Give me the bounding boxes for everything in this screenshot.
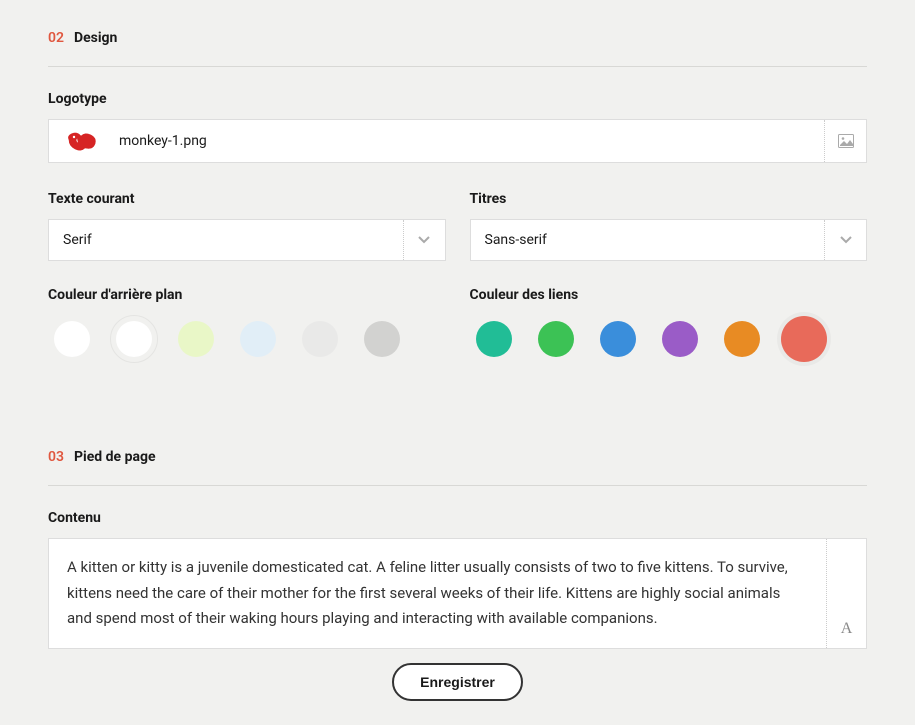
color-swatch	[178, 321, 214, 357]
heading-font-label: Titres	[470, 191, 868, 207]
color-swatch	[364, 321, 400, 357]
color-swatch	[302, 321, 338, 357]
heading-font-value: Sans-serif	[471, 220, 825, 260]
bg-color-swatch[interactable]	[48, 315, 96, 363]
section-title: Design	[74, 30, 117, 46]
section-header-design: 02 Design	[48, 30, 867, 67]
section-header-footer: 03 Pied de page	[48, 449, 867, 486]
section-number: 03	[48, 449, 64, 465]
logotype-label: Logotype	[48, 91, 867, 107]
bg-color-swatch[interactable]	[358, 315, 406, 363]
section-title: Pied de page	[74, 449, 156, 465]
link-color-swatch[interactable]	[656, 315, 704, 363]
body-font-label: Texte courant	[48, 191, 446, 207]
bg-color-swatch[interactable]	[110, 315, 158, 363]
color-swatch	[600, 321, 636, 357]
body-font-select[interactable]: Serif	[48, 219, 446, 261]
bg-color-swatch[interactable]	[172, 315, 220, 363]
bg-color-swatch[interactable]	[296, 315, 344, 363]
bg-color-swatch[interactable]	[234, 315, 282, 363]
chevron-down-icon	[824, 220, 866, 260]
bg-color-label: Couleur d'arrière plan	[48, 287, 446, 303]
link-color-swatch[interactable]	[470, 315, 518, 363]
color-swatch	[54, 321, 90, 357]
link-color-swatch[interactable]	[780, 315, 828, 363]
content-label: Contenu	[48, 510, 867, 526]
bg-color-swatches	[48, 315, 446, 363]
link-color-swatch[interactable]	[594, 315, 642, 363]
save-button[interactable]: Enregistrer	[392, 663, 523, 701]
chevron-down-icon	[403, 220, 445, 260]
color-swatch	[781, 316, 827, 362]
color-swatch	[724, 321, 760, 357]
link-color-label: Couleur des liens	[470, 287, 868, 303]
color-swatch	[240, 321, 276, 357]
content-text[interactable]: A kitten or kitty is a juvenile domestic…	[49, 539, 826, 648]
format-text-button[interactable]: A	[826, 539, 866, 648]
section-number: 02	[48, 30, 64, 46]
link-color-swatch[interactable]	[532, 315, 580, 363]
text-format-icon: A	[841, 620, 853, 638]
link-color-swatches	[470, 315, 868, 363]
color-swatch	[662, 321, 698, 357]
color-swatch	[116, 321, 152, 357]
image-icon	[838, 134, 854, 148]
heading-font-select[interactable]: Sans-serif	[470, 219, 868, 261]
link-color-swatch[interactable]	[718, 315, 766, 363]
logotype-thumbnail	[63, 128, 103, 154]
color-swatch	[538, 321, 574, 357]
upload-image-button[interactable]	[824, 120, 866, 162]
logotype-filename: monkey-1.png	[119, 133, 207, 149]
body-font-value: Serif	[49, 220, 403, 260]
content-field[interactable]: A kitten or kitty is a juvenile domestic…	[48, 538, 867, 649]
logotype-field[interactable]: monkey-1.png	[48, 119, 867, 163]
color-swatch	[476, 321, 512, 357]
